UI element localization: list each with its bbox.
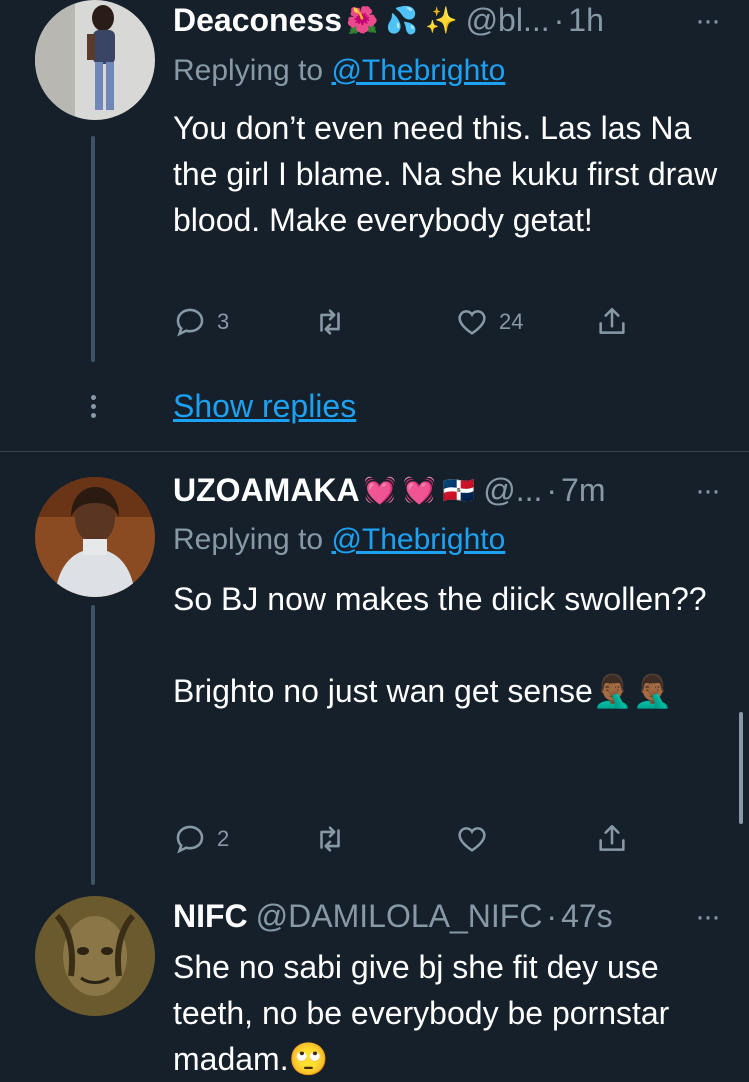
divider	[0, 451, 749, 452]
show-replies-link[interactable]: Show replies	[173, 388, 356, 425]
tweet-actions: 2	[173, 822, 629, 856]
name-emojis: 🌺 💦 ✨	[345, 5, 458, 35]
avatar[interactable]	[35, 896, 155, 1016]
share-icon	[599, 824, 625, 851]
more-icon[interactable]: ···	[695, 474, 721, 508]
user-handle[interactable]: @...	[483, 472, 542, 509]
more-icon[interactable]: ···	[695, 900, 721, 934]
tweet-actions: 3 24	[173, 305, 629, 339]
user-handle[interactable]: @bl...	[466, 2, 550, 39]
tweet-header: UZOAMAKA 💓 💓 🇩🇴 @... · 7m ···	[173, 472, 721, 509]
reply-handle-link[interactable]: @Thebrighto	[331, 54, 505, 87]
replying-to-label: Replying to	[173, 54, 324, 87]
share-button[interactable]	[595, 305, 629, 339]
timestamp[interactable]: 1h	[568, 2, 604, 39]
name-emojis: 💓 💓 🇩🇴	[363, 475, 476, 505]
reply-button[interactable]: 2	[173, 822, 313, 856]
reply-handle-link[interactable]: @Thebrighto	[331, 523, 505, 556]
thread-ellipsis-icon	[89, 395, 97, 422]
avatar[interactable]	[35, 0, 155, 120]
user-handle[interactable]: @DAMILOLA_NIFC	[256, 898, 543, 935]
like-count: 24	[499, 309, 524, 334]
reply-count: 3	[217, 309, 230, 334]
separator-dot: ·	[546, 898, 558, 934]
separator-dot: ·	[553, 2, 565, 38]
avatar[interactable]	[35, 477, 155, 597]
reply-button[interactable]: 3	[173, 305, 313, 339]
timestamp[interactable]: 47s	[561, 898, 613, 935]
tweet-text-line: So BJ now makes the diick swollen??	[173, 581, 707, 617]
share-icon	[599, 307, 625, 334]
retweet-button[interactable]	[313, 305, 455, 339]
timestamp[interactable]: 7m	[561, 472, 605, 509]
tweet-text: You don’t even need this. Las las Na the…	[173, 110, 718, 238]
scrollbar[interactable]	[739, 712, 743, 824]
like-button[interactable]: 24	[455, 305, 595, 339]
replying-to: Replying to @Thebrighto	[173, 523, 505, 557]
separator-dot: ·	[546, 472, 558, 508]
heart-icon	[458, 310, 486, 335]
like-button[interactable]	[455, 822, 595, 856]
display-name[interactable]: UZOAMAKA	[173, 472, 360, 509]
tweet-text-line: Brighto no just wan get sense🤦🏾‍♂️🤦🏾‍♂️	[173, 673, 673, 709]
thread-line	[91, 136, 95, 362]
replying-to-label: Replying to	[173, 523, 324, 556]
heart-icon	[458, 827, 486, 852]
reply-icon	[176, 308, 204, 337]
retweet-icon	[320, 826, 340, 852]
share-button[interactable]	[595, 822, 629, 856]
retweet-icon	[320, 309, 340, 335]
display-name[interactable]: NIFC	[173, 898, 248, 935]
tweet-text: She no sabi give bj she fit dey use teet…	[173, 949, 670, 1077]
tweet-text: So BJ now makes the diick swollen?? Brig…	[173, 576, 723, 714]
retweet-button[interactable]	[313, 822, 455, 856]
thread-line	[91, 605, 95, 885]
reply-icon	[176, 825, 204, 854]
tweet-header: NIFC @DAMILOLA_NIFC · 47s ···	[173, 898, 721, 935]
display-name[interactable]: Deaconess	[173, 2, 342, 39]
more-icon[interactable]: ···	[695, 4, 721, 38]
tweet-header: Deaconess 🌺 💦 ✨ @bl... · 1h ···	[173, 2, 721, 39]
replying-to: Replying to @Thebrighto	[173, 54, 505, 88]
reply-count: 2	[217, 826, 230, 851]
